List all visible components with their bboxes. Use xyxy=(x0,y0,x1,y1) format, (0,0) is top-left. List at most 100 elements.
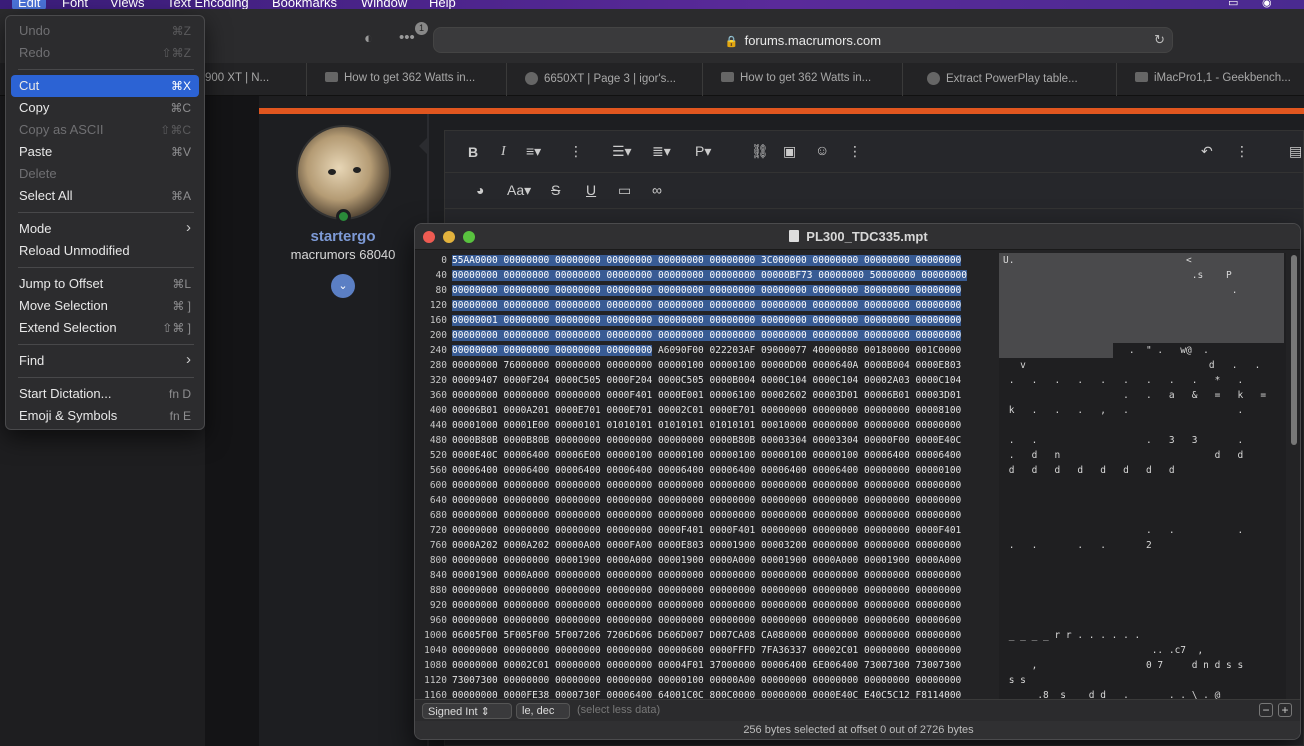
hex-word[interactable]: 00000000 xyxy=(606,315,653,326)
hex-word[interactable]: 00006400 xyxy=(658,465,704,476)
hex-word[interactable]: 00000000 xyxy=(813,570,859,581)
align-icon[interactable]: ≣▾ xyxy=(652,143,671,160)
hex-word[interactable]: 00001900 xyxy=(452,570,498,581)
hex-word[interactable]: 00000000 xyxy=(709,315,756,326)
hex-word[interactable]: 00000000 xyxy=(555,525,601,536)
hex-word[interactable]: 00000000 xyxy=(504,645,550,656)
hex-word[interactable]: 00180000 xyxy=(864,345,910,356)
hex-word[interactable]: 00000000 xyxy=(864,420,910,431)
hex-word[interactable]: 00000000 xyxy=(555,510,601,521)
menu-help[interactable]: Help xyxy=(429,0,456,9)
hex-word[interactable]: 00000000 xyxy=(555,495,601,506)
hex-word[interactable]: 00000000 xyxy=(658,615,704,626)
hex-word[interactable]: 00000000 xyxy=(761,600,807,611)
endian-select[interactable]: le, dec xyxy=(516,703,570,719)
hex-word[interactable]: 00003200 xyxy=(761,540,807,551)
hex-word[interactable]: 00000000 xyxy=(812,285,859,296)
hex-word[interactable]: 00000000 xyxy=(607,510,653,521)
tab-1[interactable]: 900 XT | N... xyxy=(200,63,306,96)
hex-word[interactable]: 0000A000 xyxy=(504,570,550,581)
hex-word[interactable]: 00000000 xyxy=(452,585,498,596)
hex-word[interactable]: 0000C104 xyxy=(761,375,807,386)
hex-word[interactable]: 00000600 xyxy=(916,615,962,626)
menu-item-emoji-symbols[interactable]: Emoji & Symbols fn E xyxy=(11,405,199,427)
hex-word[interactable]: 0000A000 xyxy=(916,555,962,566)
hex-word[interactable]: 00000A00 xyxy=(555,540,601,551)
hex-word[interactable]: 80000000 xyxy=(864,285,910,296)
tab-2[interactable]: How to get 362 Watts in... xyxy=(306,63,506,96)
undo-icon[interactable]: ↶ xyxy=(1201,143,1213,160)
hex-word[interactable]: 0000E701 xyxy=(710,405,756,416)
hex-word[interactable]: 0000B004 xyxy=(864,360,910,371)
hex-word[interactable]: 00000000 xyxy=(864,495,910,506)
hex-word[interactable]: 00000000 xyxy=(503,285,550,296)
hex-word[interactable]: 00000000 xyxy=(607,360,653,371)
hex-word[interactable]: 00000000 xyxy=(452,390,498,401)
hex-word[interactable]: 7206D606 xyxy=(607,630,653,641)
hex-word[interactable]: 00000000 xyxy=(452,510,498,521)
hex-word[interactable]: 00000100 xyxy=(710,360,756,371)
hex-word[interactable]: 00000000 xyxy=(710,510,756,521)
hex-word[interactable]: 0000F204 xyxy=(607,375,653,386)
hex-word[interactable]: 76000000 xyxy=(504,360,550,371)
hex-word[interactable]: 00000000 xyxy=(761,495,807,506)
hex-word[interactable]: 73007300 xyxy=(452,675,498,686)
hex-word[interactable]: 00002C01 xyxy=(658,405,704,416)
tab-6[interactable]: iMacPro1,1 - Geekbench... xyxy=(1116,63,1304,96)
hex-word[interactable]: 0000640A xyxy=(813,360,859,371)
hex-word[interactable]: 00002602 xyxy=(761,390,807,401)
hex-word[interactable]: 00000000 xyxy=(452,660,498,671)
hex-word[interactable]: 00000000 xyxy=(864,255,910,266)
hex-word[interactable]: 022203AF xyxy=(710,345,756,356)
hex-word[interactable]: 00000000 xyxy=(709,270,756,281)
hex-word[interactable]: 00000100 xyxy=(761,450,807,461)
menu-item-mode[interactable]: Mode › xyxy=(11,218,199,240)
chevron-down-icon[interactable]: ⌄ xyxy=(331,274,355,298)
address-bar[interactable]: 🔒 forums.macrumors.com ↻ xyxy=(433,27,1173,53)
hex-word[interactable]: 00000000 xyxy=(864,315,910,326)
hex-word[interactable]: 00000000 xyxy=(504,585,550,596)
text-size-icon[interactable]: ≡▾ xyxy=(526,143,541,160)
more-options-icon[interactable]: ⋮ xyxy=(1235,143,1249,160)
hex-word[interactable]: 00010000 xyxy=(761,420,807,431)
hex-word[interactable]: 00006E00 xyxy=(555,450,601,461)
hex-word[interactable]: 00000000 xyxy=(864,585,910,596)
more-options-icon[interactable]: ⋮ xyxy=(848,143,862,160)
hex-word[interactable]: 00000000 xyxy=(658,315,704,326)
hex-word[interactable]: 00000000 xyxy=(916,645,962,656)
hex-word[interactable]: 00000000 xyxy=(812,255,859,266)
hex-word[interactable]: 00000000 xyxy=(658,495,704,506)
hex-word[interactable]: 00000000 xyxy=(818,270,864,281)
hex-word[interactable]: 00000000 xyxy=(658,600,704,611)
font-size-icon[interactable]: Aa▾ xyxy=(507,182,531,199)
hex-word[interactable]: 00000000 xyxy=(761,570,807,581)
hex-word[interactable]: 00000000 xyxy=(813,480,859,491)
hex-word[interactable]: 00000000 xyxy=(709,285,756,296)
hex-word[interactable]: 0000C104 xyxy=(813,375,859,386)
hex-word[interactable]: 0000FA00 xyxy=(607,540,653,551)
hex-word[interactable]: 00000000 xyxy=(555,330,601,341)
hex-word[interactable]: 3C000000 xyxy=(761,255,807,266)
hex-word[interactable]: 00000000 xyxy=(710,600,756,611)
hex-word[interactable]: 00000000 xyxy=(915,315,962,326)
hex-word[interactable]: 00000000 xyxy=(812,330,859,341)
hex-word[interactable]: 00006B01 xyxy=(864,390,910,401)
hex-word[interactable]: 00000000 xyxy=(504,675,550,686)
hex-word[interactable]: 0000A000 xyxy=(607,555,653,566)
hex-word[interactable]: 00000000 xyxy=(555,600,601,611)
hex-word[interactable]: 00000000 xyxy=(710,585,756,596)
window-titlebar[interactable]: PL300_TDC335.mpt xyxy=(415,224,1300,250)
hex-word[interactable]: 00000000 xyxy=(504,510,550,521)
image-icon[interactable]: ▣ xyxy=(783,143,796,160)
hex-word[interactable]: 00000000 xyxy=(606,300,653,311)
hex-word[interactable]: 00000000 xyxy=(555,480,601,491)
hex-word[interactable]: 00000000 xyxy=(813,630,859,641)
hex-word[interactable]: 5F007206 xyxy=(555,630,601,641)
hex-word[interactable]: 06005F00 xyxy=(452,630,498,641)
hex-word[interactable]: 00000A00 xyxy=(710,675,756,686)
hex-word[interactable]: 0000F401 xyxy=(916,525,962,536)
hex-word[interactable]: 00000000 xyxy=(503,345,550,356)
hex-word[interactable]: 00000000 xyxy=(761,510,807,521)
hex-word[interactable]: 00006400 xyxy=(916,450,962,461)
siri-icon[interactable]: ◉ xyxy=(1262,0,1272,9)
